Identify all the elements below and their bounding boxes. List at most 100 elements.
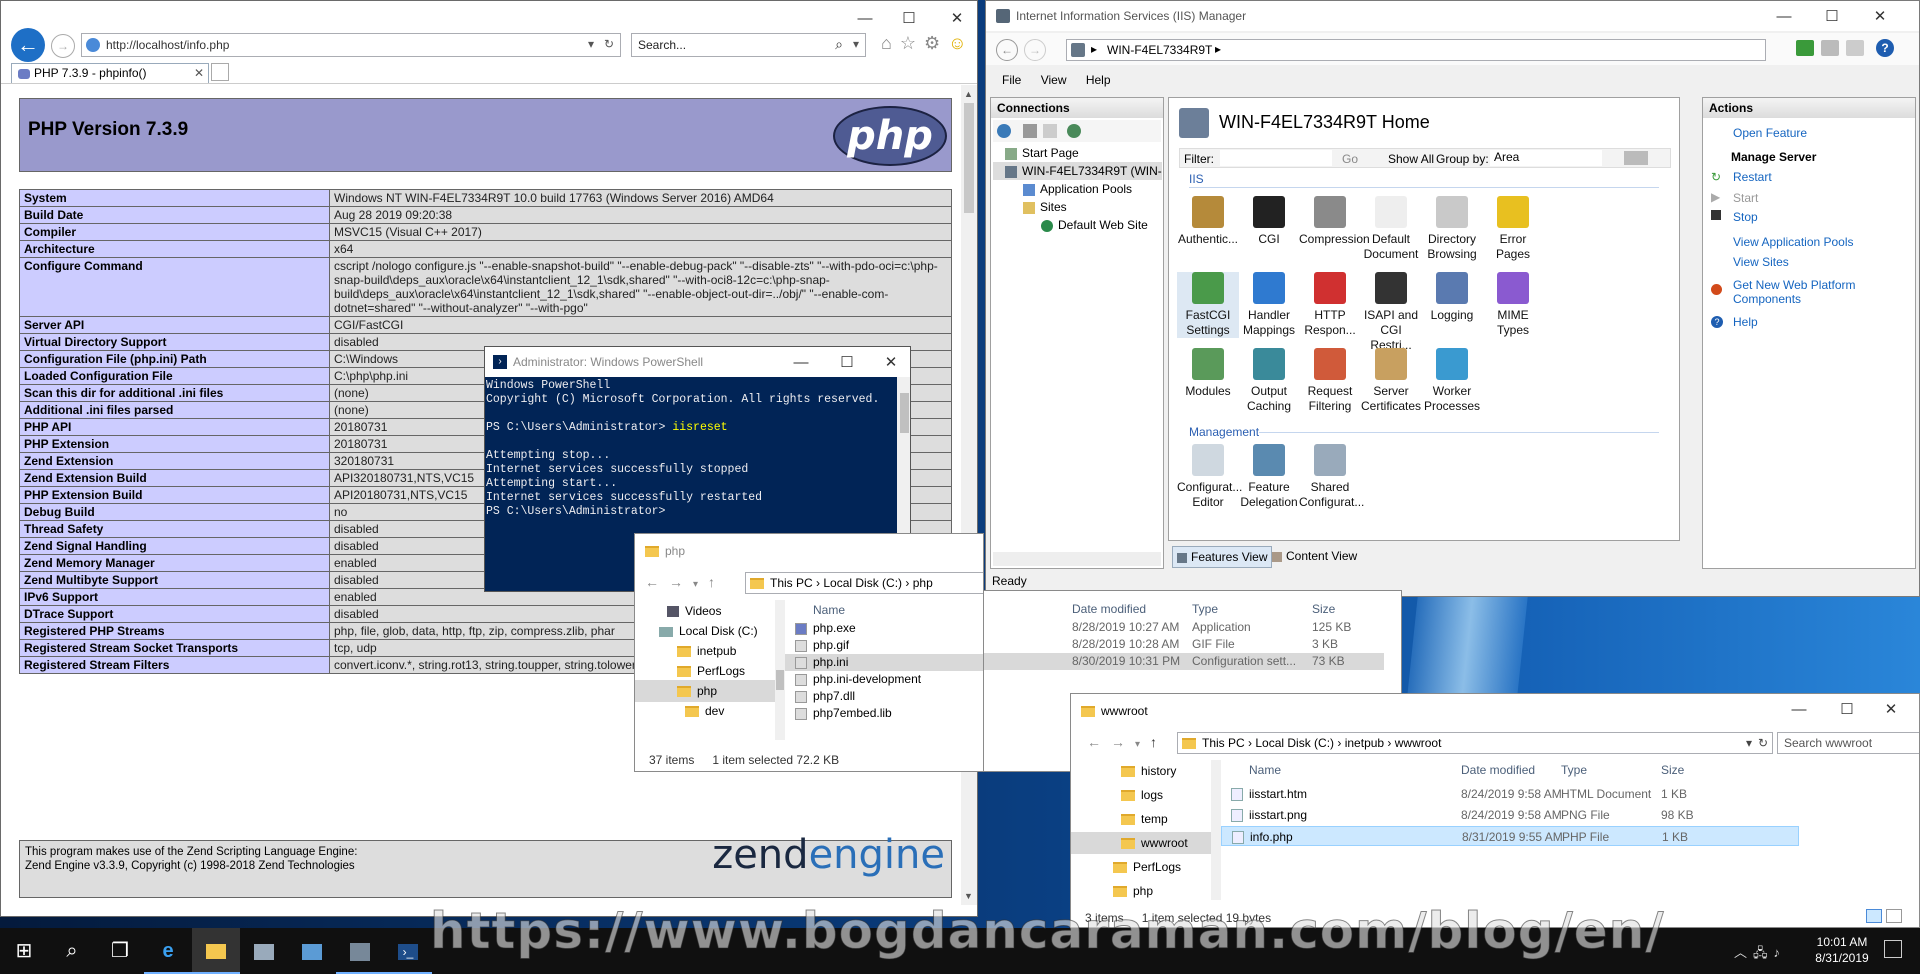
col-type-ext[interactable]: Type [1192,599,1218,619]
iis-minimize-button[interactable]: — [1772,7,1796,27]
file-row-details[interactable]: 8/30/2019 10:31 PM Configuration sett... 7… [984,653,1384,670]
show-all-button[interactable]: Show All [1388,152,1434,166]
dropdown-icon[interactable]: ▾ [588,37,594,51]
feature-http-respon[interactable]: HTTP Respon... [1299,272,1361,338]
exp2-back-icon[interactable]: ← [1087,734,1111,750]
col-size[interactable]: Size [1661,760,1684,780]
tab-phpinfo[interactable]: PHP 7.3.9 - phpinfo() ✕ [11,63,209,83]
forward-button[interactable]: → [51,34,75,58]
path-inetpub[interactable]: inetpub [1345,736,1384,750]
feature-fastcgi-settings[interactable]: FastCGI Settings [1177,272,1239,338]
feature-request-filtering[interactable]: Request Filtering [1299,348,1361,414]
smiley-feedback-icon[interactable]: ☺ [948,33,974,53]
address-bar[interactable]: http://localhost/info.php ▾ ↻ [81,33,621,57]
refresh-green-icon[interactable] [1796,40,1814,56]
restart-link[interactable]: Restart [1733,170,1772,184]
file-row[interactable]: php7embed.lib [785,705,983,722]
nav-history[interactable]: history [1121,760,1176,782]
nav-wwwroot[interactable]: wwwroot [1071,832,1211,854]
feature-error-pages[interactable]: Error Pages [1482,196,1544,262]
search-box[interactable]: Search... ⌕ ▾ [631,33,866,57]
open-feature-link[interactable]: Open Feature [1733,126,1807,140]
scroll-up-icon[interactable]: ▲ [964,89,973,99]
exp2-nav-scrollbar[interactable] [1211,760,1221,900]
exp2-search-box[interactable]: Search wwwroot ⌕ [1777,732,1919,754]
stop-link[interactable]: Stop [1733,210,1758,224]
save-icon[interactable] [1023,124,1037,138]
file-row-details[interactable]: 8/28/2019 10:27 AM Application 125 KB [984,619,1401,636]
col-size-ext[interactable]: Size [1312,599,1335,619]
file-row-details[interactable] [984,670,1401,687]
view-mode-icon[interactable] [1624,151,1648,165]
breadcrumb-server[interactable]: WIN-F4EL7334R9T [1107,43,1212,57]
feature-compression[interactable]: Compression [1299,196,1370,247]
menu-help[interactable]: Help [1086,73,1111,87]
new-tab-button[interactable] [211,63,229,81]
file-row[interactable]: php7.dll [785,688,983,705]
home-icon[interactable]: ⌂ [881,33,900,53]
help-link[interactable]: Help [1733,315,1758,329]
back-button[interactable]: ← [11,28,45,62]
col-date-ext[interactable]: Date modified [1072,599,1146,619]
feature-isapi-and-cgi-restri[interactable]: ISAPI and CGI Restri... [1360,272,1422,353]
search-icon[interactable]: ⌕ [835,36,843,53]
minimize-button[interactable]: — [853,9,877,29]
col-type[interactable]: Type [1561,760,1587,780]
exp1-back-icon[interactable]: ← [645,574,669,590]
view-app-pools-link[interactable]: View Application Pools [1733,235,1854,249]
server-manager-icon[interactable] [240,928,288,974]
group-by-select[interactable]: Area [1490,150,1602,166]
file-row[interactable]: info.php 8/31/2019 9:55 AM PHP File 1 KB [1221,826,1799,846]
feature-worker-processes[interactable]: Worker Processes [1421,348,1483,414]
file-row[interactable]: iisstart.htm 8/24/2019 9:58 AM HTML Docume… [1221,784,1919,804]
exp1-forward-icon[interactable]: → [669,574,693,590]
col-name[interactable]: Name [813,600,845,620]
help-icon[interactable]: ? [1876,39,1894,57]
exp2-address[interactable]: This PC › Local Disk (C:) › inetpub › ww… [1177,732,1773,754]
close-button[interactable]: ✕ [945,9,969,29]
clock[interactable]: 10:01 AM 8/31/2019 [1812,934,1872,966]
file-explorer-icon[interactable] [192,928,240,974]
connect-server-icon[interactable] [1067,124,1081,138]
tree-start-page[interactable]: Start Page [1005,144,1162,162]
ps-scroll-thumb[interactable] [900,393,909,433]
large-icons-view-icon[interactable] [1886,909,1902,923]
iis-manager-taskbar-icon[interactable] [336,928,384,974]
exp1-nav-scrollbar[interactable] [775,600,785,740]
exp1-up-icon[interactable]: ↑ [708,574,725,590]
path-this-pc[interactable]: This PC [1202,736,1245,750]
search-taskbar-icon[interactable]: ⌕ [48,928,96,974]
favorites-star-icon[interactable]: ☆ [900,33,924,53]
feature-mime-types[interactable]: MIME Types [1482,272,1544,338]
path-php[interactable]: php [913,576,933,590]
scroll-thumb[interactable] [964,103,974,213]
tree-default-web-site[interactable]: Default Web Site [1005,216,1162,234]
nav-local-disk[interactable]: Local Disk (C:) [659,620,758,642]
up-icon[interactable] [1043,124,1057,138]
powershell-taskbar-icon[interactable]: ›_ [384,928,432,974]
network-icon[interactable]: 🖧 [1753,945,1774,960]
exp1-recent-icon[interactable]: ▾ [693,579,708,590]
exp2-maximize-button[interactable]: ☐ [1835,700,1859,720]
exp2-minimize-button[interactable]: — [1787,700,1811,720]
tree-sites[interactable]: Sites [1005,198,1162,216]
feature-mgmt-1[interactable]: Feature Delegation [1238,444,1300,510]
feature-logging[interactable]: Logging [1421,272,1483,323]
address-dropdown-icon[interactable]: ▾ [1746,733,1752,753]
internet-explorer-icon[interactable]: e [144,928,192,974]
stop-gray-icon[interactable] [1821,40,1839,56]
file-row[interactable]: iisstart.png 8/24/2019 9:58 AM PNG File 98 … [1221,805,1919,825]
exp1-nav-scroll-thumb[interactable] [776,670,784,690]
connect-icon[interactable] [997,124,1011,138]
view-sites-link[interactable]: View Sites [1733,255,1789,269]
file-row[interactable]: php.exe [785,620,983,637]
exp2-close-button[interactable]: ✕ [1879,700,1903,720]
go-button[interactable]: Go [1342,152,1358,166]
nav-dev[interactable]: dev [685,700,724,722]
scroll-down-icon[interactable]: ▼ [964,891,973,901]
path-wwwroot[interactable]: wwwroot [1395,736,1442,750]
volume-icon[interactable]: ♪ [1774,945,1787,960]
nav-videos[interactable]: Videos [667,600,721,622]
feature-output-caching[interactable]: Output Caching [1238,348,1300,414]
search-dropdown-icon[interactable]: ▾ [853,37,859,51]
